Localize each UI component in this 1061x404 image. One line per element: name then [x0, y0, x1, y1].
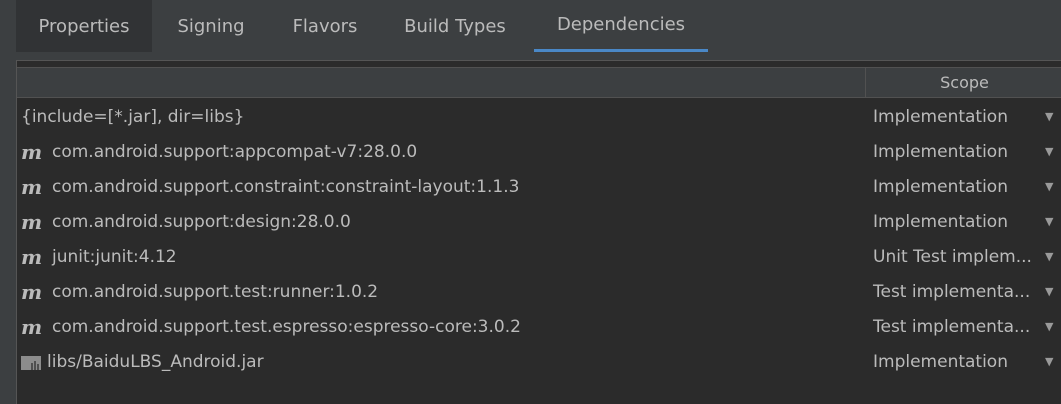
scope-dropdown[interactable]: Implementation [873, 204, 1048, 239]
scope-value: Test implementa... [873, 281, 1031, 302]
scope-dropdown[interactable]: Implementation [873, 99, 1048, 134]
tab-properties[interactable]: Properties [16, 0, 152, 52]
scope-dropdown[interactable]: Implementation [873, 344, 1048, 379]
table-row[interactable]: m com.android.support:appcompat-v7:28.0.0… [17, 134, 1061, 169]
tab-bar: Properties Signing Flavors Build Types D… [0, 0, 1061, 56]
maven-icon: m [21, 314, 43, 339]
tab-label: Signing [177, 15, 245, 37]
dependency-name: com.android.support:design:28.0.0 [52, 211, 351, 232]
chevron-down-icon[interactable]: ▼ [1045, 344, 1053, 379]
table-row[interactable]: m junit:junit:4.12 Unit Test implem... ▼ [17, 239, 1061, 274]
dependency-name: com.android.support.constraint:constrain… [52, 176, 520, 197]
dependency-name: libs/BaiduLBS_Android.jar [47, 351, 264, 372]
scope-value: Implementation [873, 141, 1008, 162]
maven-icon: m [21, 244, 43, 269]
dependency-name: com.android.support.test:runner:1.0.2 [52, 281, 379, 302]
dependency-name: com.android.support.test.espresso:espres… [52, 316, 521, 337]
dependency-name: {include=[*.jar], dir=libs} [21, 106, 245, 127]
maven-icon: m [21, 209, 43, 234]
scope-value: Implementation [873, 176, 1008, 197]
chevron-down-icon[interactable]: ▼ [1045, 274, 1053, 309]
scope-value: Implementation [873, 211, 1008, 232]
table-row[interactable]: m com.android.support.test.espresso:espre… [17, 309, 1061, 344]
jar-library-icon [21, 354, 41, 370]
scope-value: Test implementa... [873, 316, 1031, 337]
scope-dropdown[interactable]: Implementation [873, 169, 1048, 204]
tab-label: Dependencies [556, 14, 686, 35]
table-row[interactable]: m com.android.support.constraint:constrai… [17, 169, 1061, 204]
tab-build-types[interactable]: Build Types [384, 0, 526, 52]
header-name-column[interactable] [17, 68, 866, 97]
scope-value: Implementation [873, 106, 1008, 127]
scope-value: Implementation [873, 351, 1008, 372]
tab-flavors[interactable]: Flavors [274, 0, 376, 52]
chevron-down-icon[interactable]: ▼ [1045, 134, 1053, 169]
scope-dropdown[interactable]: Implementation [873, 134, 1048, 169]
header-scope-column[interactable]: Scope [867, 68, 1061, 97]
maven-icon: m [21, 279, 43, 304]
dependencies-table: Scope {include=[*.jar], dir=libs} Implem… [16, 60, 1061, 404]
tab-label: Properties [38, 15, 130, 37]
scope-dropdown[interactable]: Unit Test implem... [873, 239, 1048, 274]
maven-icon: m [21, 139, 43, 164]
chevron-down-icon[interactable]: ▼ [1045, 204, 1053, 239]
table-row[interactable]: m com.android.support.test:runner:1.0.2 T… [17, 274, 1061, 309]
scope-dropdown[interactable]: Test implementa... [873, 309, 1048, 344]
table-row[interactable]: m com.android.support:design:28.0.0 Imple… [17, 204, 1061, 239]
tab-label: Build Types [404, 15, 506, 37]
tab-dependencies[interactable]: Dependencies [534, 0, 708, 52]
scope-dropdown[interactable]: Test implementa... [873, 274, 1048, 309]
chevron-down-icon[interactable]: ▼ [1045, 169, 1053, 204]
dependency-name: com.android.support:appcompat-v7:28.0.0 [52, 141, 418, 162]
table-row[interactable]: libs/BaiduLBS_Android.jar Implementation… [17, 344, 1061, 379]
chevron-down-icon[interactable]: ▼ [1045, 309, 1053, 344]
tab-signing[interactable]: Signing [156, 0, 266, 52]
table-row[interactable]: {include=[*.jar], dir=libs} Implementati… [17, 99, 1061, 134]
scope-value: Unit Test implem... [873, 246, 1032, 267]
dependency-name: junit:junit:4.12 [52, 246, 177, 267]
chevron-down-icon[interactable]: ▼ [1045, 99, 1053, 134]
table-header: Scope [17, 67, 1061, 98]
maven-icon: m [21, 174, 43, 199]
chevron-down-icon[interactable]: ▼ [1045, 239, 1053, 274]
tab-label: Flavors [292, 15, 358, 37]
